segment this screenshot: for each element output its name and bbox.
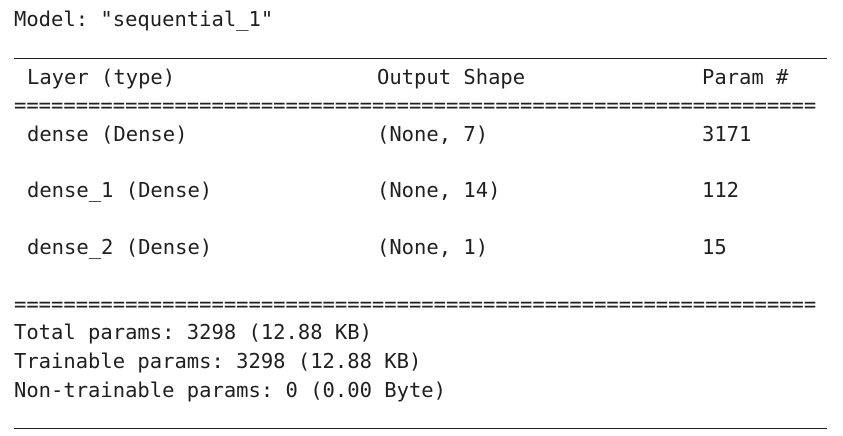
header-param-count: Param # — [702, 65, 789, 89]
non-trainable-params: Non-trainable params: 0 (0.00 Byte) — [14, 378, 446, 402]
output-shape: (None, 7) — [377, 122, 489, 146]
layer-name: dense_2 (Dense) — [27, 235, 213, 259]
total-params: Total params: 3298 (12.88 KB) — [14, 320, 372, 344]
param-count: 3171 — [702, 122, 752, 146]
output-shape: (None, 14) — [377, 178, 501, 202]
footer-separator: ========================================… — [14, 292, 817, 316]
layer-name: dense (Dense) — [27, 122, 188, 146]
output-shape: (None, 1) — [377, 235, 489, 259]
header-output-shape: Output Shape — [377, 65, 526, 89]
param-count: 15 — [702, 235, 727, 259]
param-count: 112 — [702, 178, 740, 202]
header-layer: Layer (type) — [27, 65, 176, 89]
layer-name: dense_1 (Dense) — [27, 178, 213, 202]
model-title: Model: "sequential_1" — [14, 7, 274, 31]
bottom-rule — [14, 428, 827, 429]
top-rule — [14, 58, 827, 59]
header-separator: ========================================… — [14, 93, 817, 117]
trainable-params: Trainable params: 3298 (12.88 KB) — [14, 349, 422, 373]
